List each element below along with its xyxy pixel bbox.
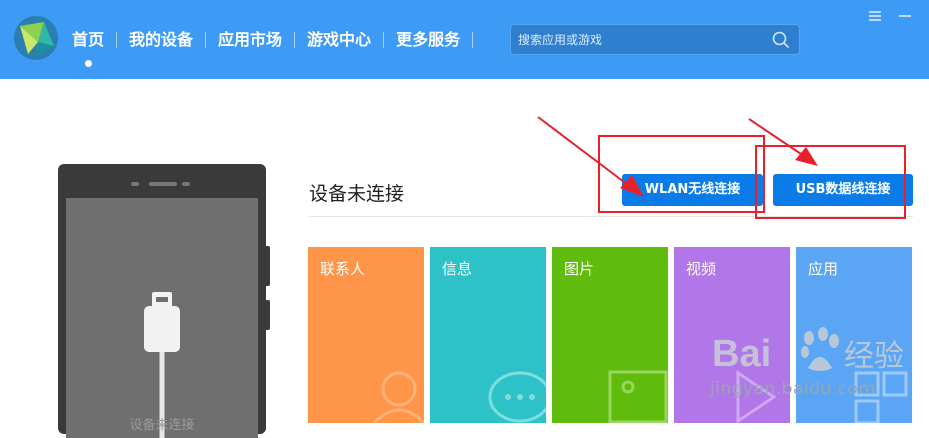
tile-pictures-label: 图片: [564, 260, 595, 278]
tile-contacts[interactable]: 联系人: [308, 247, 424, 423]
watermark-brand: Bai: [712, 333, 771, 375]
watermark-brand-suffix: 经验: [844, 339, 904, 374]
tile-messages[interactable]: 信息: [430, 247, 546, 423]
watermark-url: jingyan.baidu.com: [710, 379, 876, 399]
baidu-watermark: Bai 经验: [700, 320, 920, 384]
tile-contacts-label: 联系人: [320, 260, 366, 278]
tile-messages-label: 信息: [442, 260, 473, 278]
tile-pictures[interactable]: 图片: [552, 247, 668, 423]
baidu-paw-logo: Bai 经验: [712, 327, 904, 375]
tile-videos-label: 视频: [686, 260, 717, 278]
tile-apps-label: 应用: [808, 260, 839, 278]
